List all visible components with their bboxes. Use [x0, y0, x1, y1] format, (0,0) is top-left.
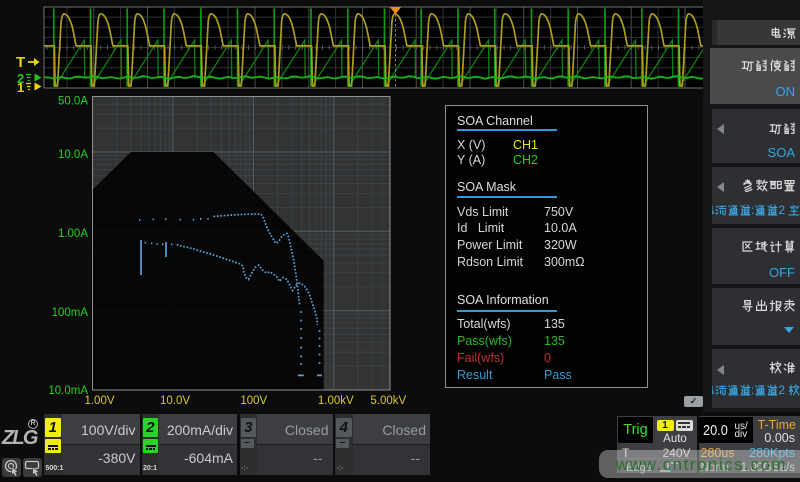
svg-text:50.0A: 50.0A	[58, 96, 88, 108]
svg-text:10.0A: 10.0A	[58, 149, 88, 161]
svg-text:1.00kV: 1.00kV	[318, 395, 354, 407]
svg-text:1.00V: 1.00V	[84, 395, 114, 407]
svg-text:100mA: 100mA	[52, 307, 89, 319]
svg-text:5.00kV: 5.00kV	[370, 395, 406, 407]
svg-text:10.0mA: 10.0mA	[48, 385, 88, 397]
svg-text:100V: 100V	[240, 395, 267, 407]
svg-text:1.00A: 1.00A	[58, 228, 88, 240]
svg-text:10.0V: 10.0V	[160, 395, 190, 407]
